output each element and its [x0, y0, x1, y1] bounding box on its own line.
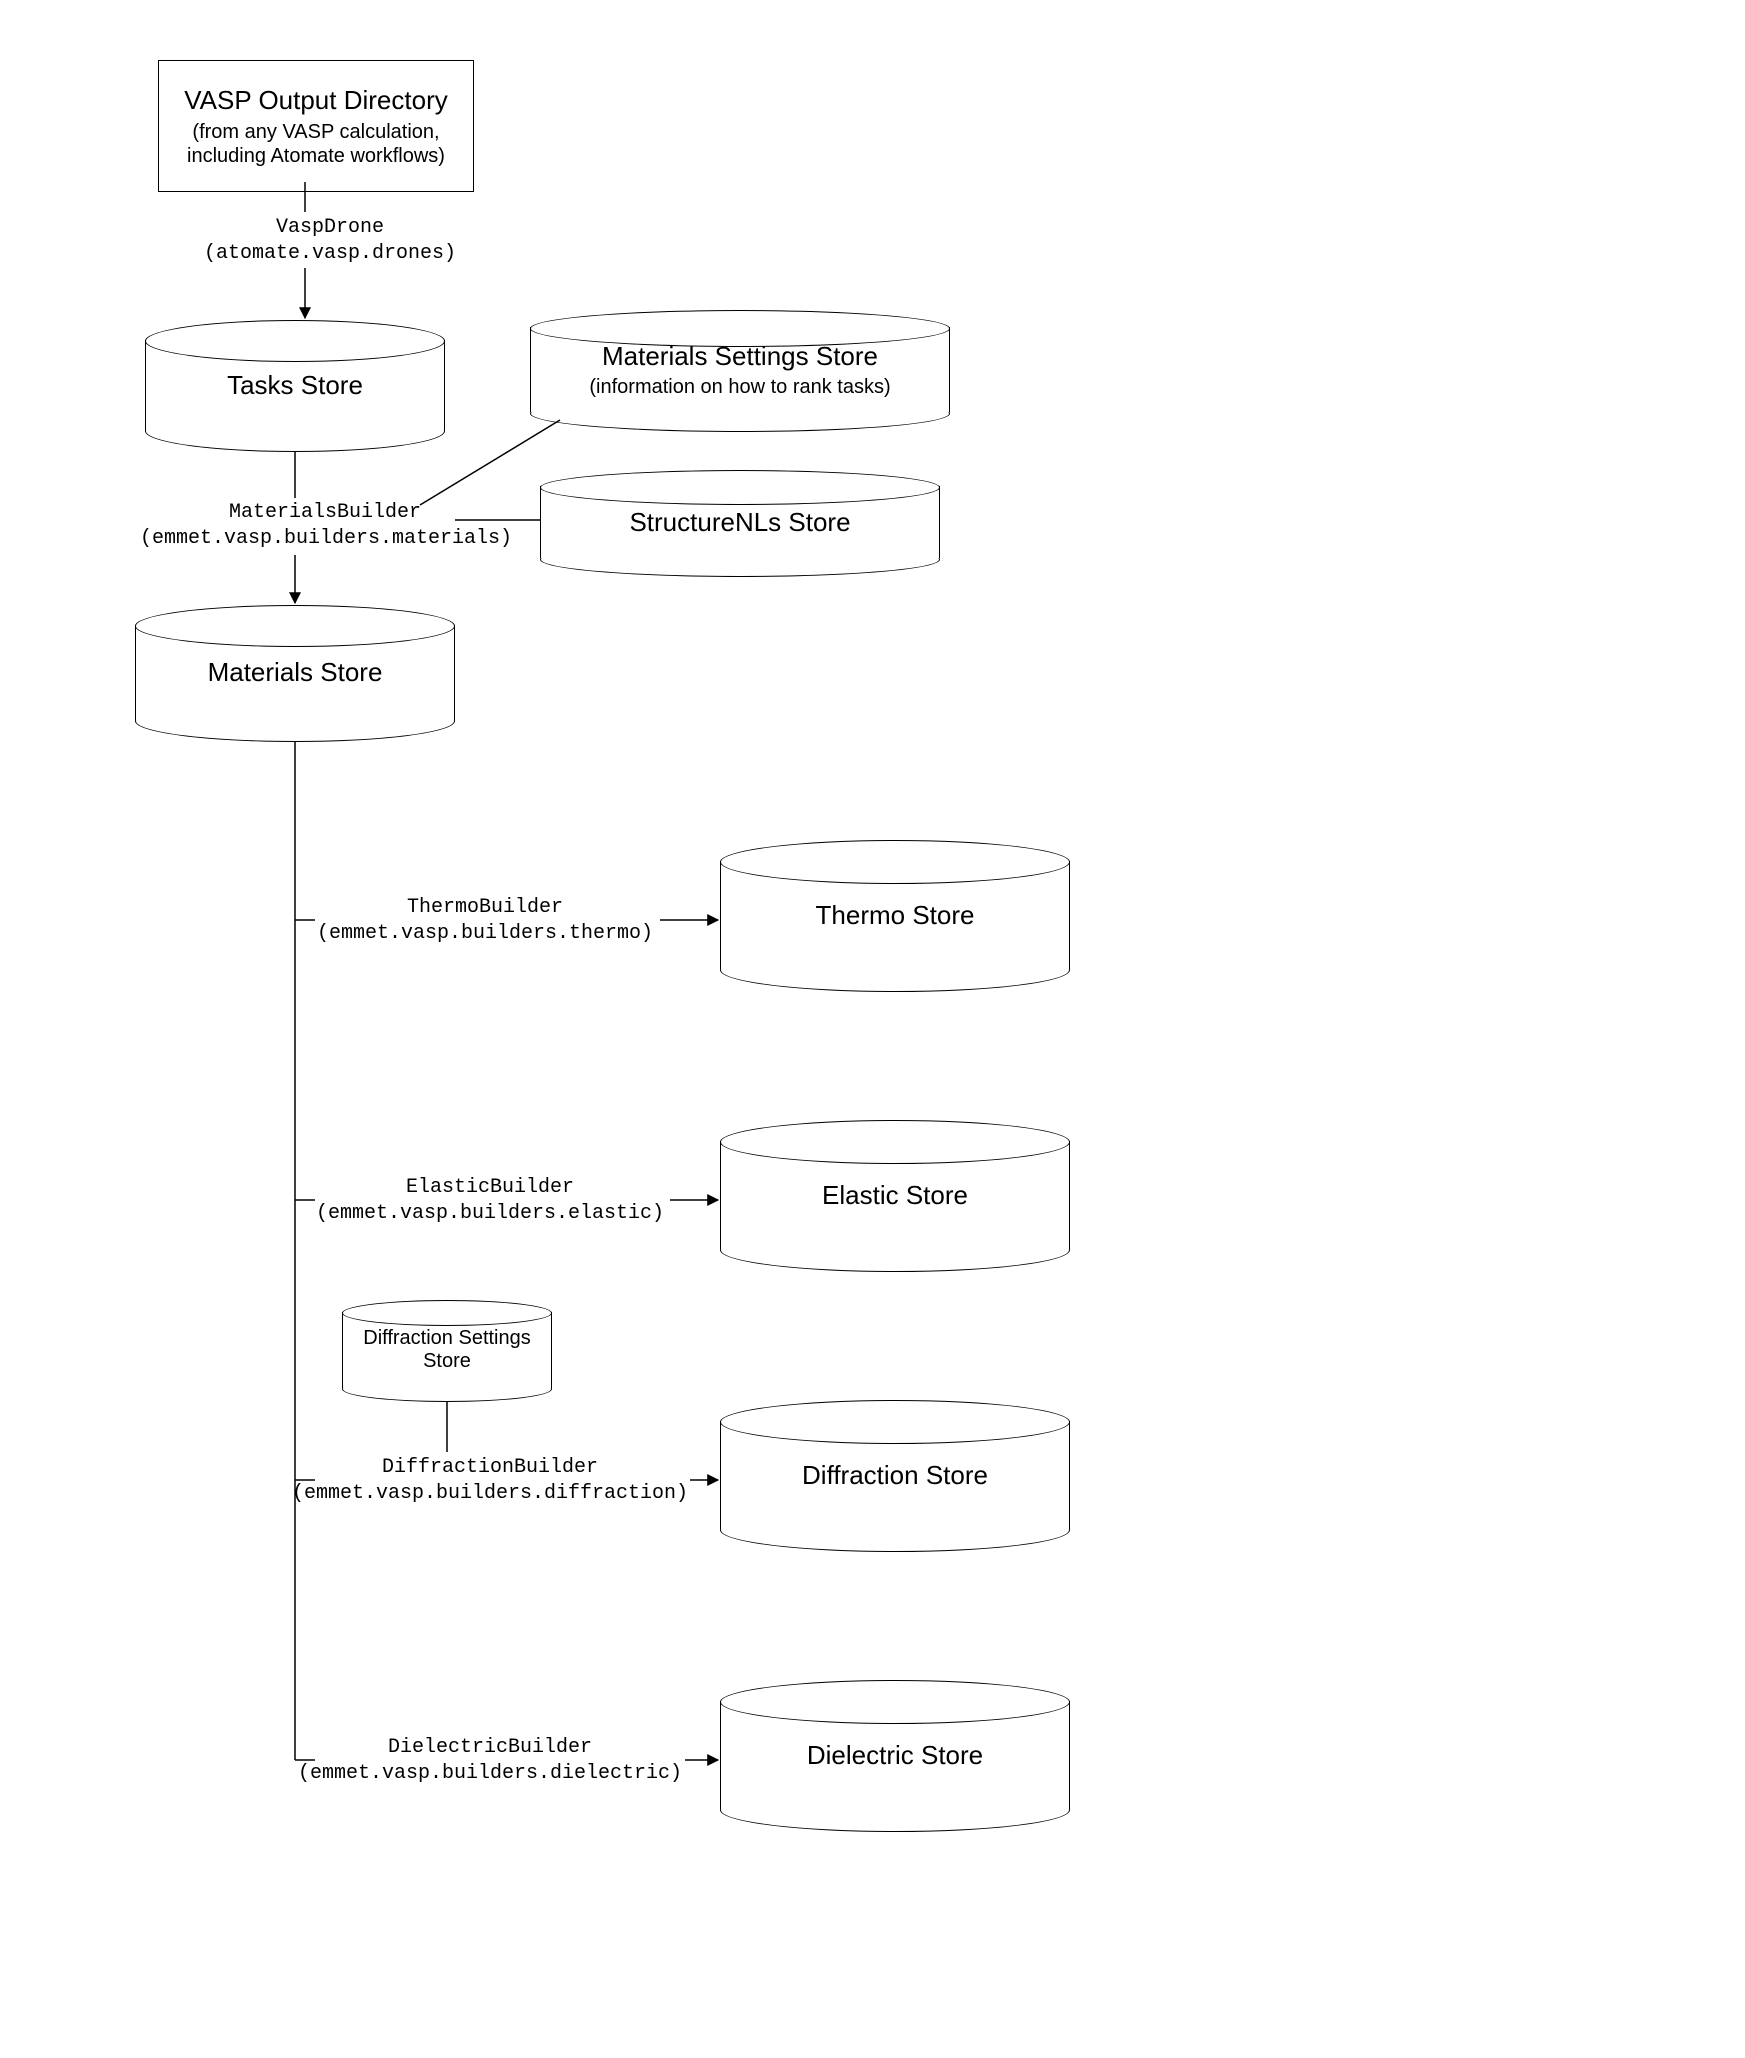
diffraction-settings-line1: Diffraction Settings — [363, 1327, 531, 1350]
tasks-store: Tasks Store — [145, 320, 445, 450]
elastic-builder-line1: ElasticBuilder — [406, 1176, 574, 1199]
elastic-builder-line2: (emmet.vasp.builders.elastic) — [316, 1202, 664, 1225]
diffraction-builder-label: DiffractionBuilder (emmet.vasp.builders.… — [280, 1455, 700, 1507]
dielectric-store-title: Dielectric Store — [807, 1740, 983, 1771]
materials-store: Materials Store — [135, 605, 455, 740]
diffraction-store: Diffraction Store — [720, 1400, 1070, 1550]
materials-builder-line2: (emmet.vasp.builders.materials) — [140, 527, 512, 550]
materials-settings-sub: (information on how to rank tasks) — [589, 376, 890, 399]
materials-settings-store: Materials Settings Store (information on… — [530, 310, 950, 430]
materials-builder-label: MaterialsBuilder (emmet.vasp.builders.ma… — [140, 500, 510, 552]
vasp-output-title: VASP Output Directory — [171, 85, 461, 116]
diffraction-store-title: Diffraction Store — [802, 1460, 988, 1491]
thermo-builder-line2: (emmet.vasp.builders.thermo) — [317, 922, 653, 945]
thermo-builder-label: ThermoBuilder (emmet.vasp.builders.therm… — [310, 895, 660, 947]
tasks-store-title: Tasks Store — [227, 370, 363, 401]
materials-store-title: Materials Store — [208, 657, 383, 688]
materials-builder-line1: MaterialsBuilder — [229, 501, 421, 524]
dielectric-store: Dielectric Store — [720, 1680, 1070, 1830]
elastic-builder-label: ElasticBuilder (emmet.vasp.builders.elas… — [305, 1175, 675, 1227]
dielectric-builder-line2: (emmet.vasp.builders.dielectric) — [298, 1762, 682, 1785]
diffraction-settings-store: Diffraction Settings Store — [342, 1300, 552, 1400]
vaspdrone-line2: (atomate.vasp.drones) — [204, 242, 456, 265]
diffraction-builder-line2: (emmet.vasp.builders.diffraction) — [292, 1482, 688, 1505]
diffraction-settings-line2: Store — [423, 1350, 471, 1373]
vaspdrone-label: VaspDrone (atomate.vasp.drones) — [200, 215, 460, 267]
structurenls-title: StructureNLs Store — [629, 507, 850, 538]
structurenls-store: StructureNLs Store — [540, 470, 940, 575]
thermo-store-title: Thermo Store — [816, 900, 975, 931]
thermo-store: Thermo Store — [720, 840, 1070, 990]
vasp-output-box: VASP Output Directory (from any VASP cal… — [158, 60, 474, 192]
vaspdrone-line1: VaspDrone — [276, 216, 384, 239]
dielectric-builder-label: DielectricBuilder (emmet.vasp.builders.d… — [290, 1735, 690, 1787]
thermo-builder-line1: ThermoBuilder — [407, 896, 563, 919]
vasp-output-sub2: including Atomate workflows) — [171, 144, 461, 168]
vasp-output-sub1: (from any VASP calculation, — [171, 120, 461, 144]
elastic-store-title: Elastic Store — [822, 1180, 968, 1211]
dielectric-builder-line1: DielectricBuilder — [388, 1736, 592, 1759]
elastic-store: Elastic Store — [720, 1120, 1070, 1270]
diffraction-builder-line1: DiffractionBuilder — [382, 1456, 598, 1479]
